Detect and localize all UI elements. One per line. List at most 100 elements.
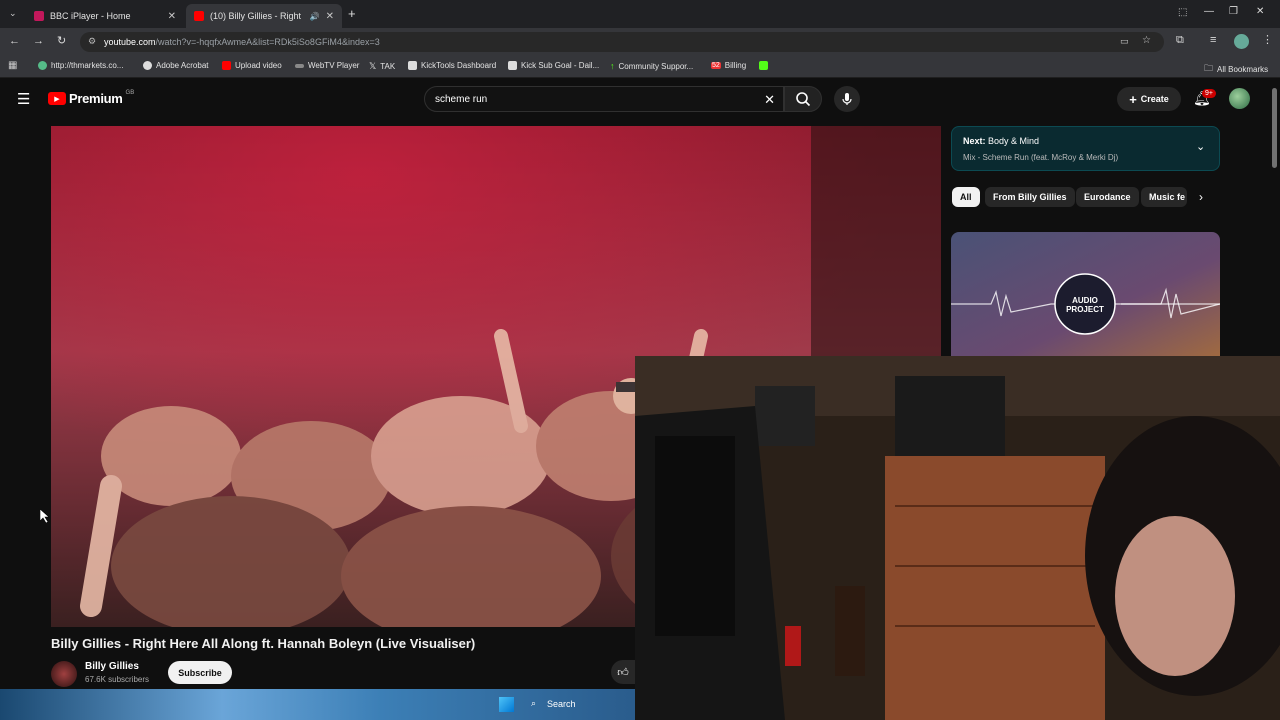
new-tab-button[interactable]: + xyxy=(348,6,356,21)
region-code: GB xyxy=(125,89,135,96)
globe-icon xyxy=(38,61,47,70)
tab-strip: ⌄ BBC iPlayer - Home ✕ (10) Billy Gillie… xyxy=(0,0,1280,28)
next-label: Next: xyxy=(963,136,986,146)
bookmark-upload-video[interactable]: Upload video xyxy=(222,61,282,70)
close-window-button[interactable]: ✕ xyxy=(1256,6,1264,17)
forward-icon[interactable]: → xyxy=(33,35,44,47)
tab-bbc-iplayer[interactable]: BBC iPlayer - Home ✕ xyxy=(26,4,184,28)
taskbar-search-icon[interactable]: ⌕ xyxy=(531,698,536,709)
logo-text: Premium xyxy=(69,91,123,106)
youtube-play-icon: ▶ xyxy=(48,92,66,105)
up-next-card[interactable]: Next: Body & Mind Mix - Scheme Run (feat… xyxy=(951,126,1220,171)
bookmark-thmarkets[interactable]: http://thmarkets.co... xyxy=(38,61,123,70)
acrobat-icon xyxy=(143,61,152,70)
bookmark-tak[interactable]: 𝕏 TAK xyxy=(369,61,395,72)
bookmark-label: http://thmarkets.co... xyxy=(51,61,124,70)
voice-search-button[interactable] xyxy=(834,86,860,112)
chip-eurodance[interactable]: Eurodance xyxy=(1076,187,1139,207)
streamer-webcam-feed xyxy=(635,356,1280,720)
kick-logo-icon xyxy=(759,61,768,70)
thumbnail-text: AUDIO PROJECT xyxy=(1066,296,1104,314)
search-button[interactable] xyxy=(784,86,822,112)
chevron-down-icon[interactable]: ⌄ xyxy=(1196,140,1205,153)
youtube-favicon-icon xyxy=(194,11,204,21)
grid-icon xyxy=(508,61,517,70)
reload-icon[interactable]: ↻ xyxy=(57,34,66,47)
bookmark-billing[interactable]: 52 Billing xyxy=(711,61,746,70)
bookmark-label: Adobe Acrobat xyxy=(156,61,209,70)
grid-icon xyxy=(408,61,417,70)
chip-from-billy-gillies[interactable]: From Billy Gillies xyxy=(985,187,1075,207)
extensions-icon[interactable]: ⧉ xyxy=(1176,34,1184,47)
webtv-icon xyxy=(295,63,304,68)
search-query: scheme run xyxy=(435,93,488,105)
create-label: Create xyxy=(1140,94,1169,104)
webcam-overlay xyxy=(635,356,1280,720)
next-heading: Next: Body & Mind xyxy=(963,136,1039,146)
bookmark-label: Kick Sub Goal - Dail... xyxy=(521,61,600,70)
bookmark-kick[interactable] xyxy=(759,61,768,70)
profile-avatar[interactable] xyxy=(1234,34,1249,49)
windows-start-icon[interactable] xyxy=(499,697,514,712)
bookmark-label: WebTV Player xyxy=(308,61,360,70)
url-path: /watch?v=-hqqfxAwmeA&list=RDk5iSo8GFiM4&… xyxy=(155,37,380,47)
bookmark-label: Community Suppor... xyxy=(618,61,694,71)
plus-icon: + xyxy=(1129,91,1137,107)
mouse-cursor-icon xyxy=(40,509,50,523)
menu-icon[interactable]: ⋮ xyxy=(1262,33,1273,46)
apps-grid-icon[interactable]: ▦ xyxy=(8,60,17,71)
audio-project-artwork xyxy=(951,232,1220,358)
bookmark-adobe-acrobat[interactable]: Adobe Acrobat xyxy=(143,61,208,70)
next-subtitle: Mix - Scheme Run (feat. McRoy & Merki Dj… xyxy=(963,153,1119,162)
bookmarks-bar: ▦ http://thmarkets.co... Adobe Acrobat U… xyxy=(0,56,1280,78)
windows-taskbar: ⌕ Search xyxy=(0,689,635,720)
bookmark-label: Upload video xyxy=(235,61,282,70)
next-title: Body & Mind xyxy=(988,136,1040,146)
create-button[interactable]: + Create xyxy=(1117,87,1181,111)
like-button[interactable]: 👍︎ xyxy=(611,660,635,684)
search-input[interactable]: scheme run ✕ xyxy=(424,86,784,112)
bbc-iplayer-favicon-icon xyxy=(34,11,44,21)
cast-icon[interactable]: ▭ xyxy=(1120,36,1129,47)
youtube-logo[interactable]: ▶ Premium GB xyxy=(48,89,135,106)
all-bookmarks[interactable]: 🗀 All Bookmarks xyxy=(1204,61,1268,77)
bookmark-kick-sub-goal[interactable]: Kick Sub Goal - Dail... xyxy=(508,61,599,70)
channel-name[interactable]: Billy Gillies xyxy=(85,661,139,672)
restore-button[interactable]: ❐ xyxy=(1229,6,1238,17)
chevron-right-icon[interactable]: › xyxy=(1199,190,1203,204)
address-bar[interactable]: ⚙ youtube.com/watch?v=-hqqfxAwmeA&list=R… xyxy=(80,32,1164,52)
hamburger-menu-icon[interactable]: ☰ xyxy=(17,90,30,108)
back-icon[interactable]: ← xyxy=(9,35,20,47)
x-logo-icon: 𝕏 xyxy=(369,61,377,71)
chip-all[interactable]: All xyxy=(952,187,980,207)
tab-label: BBC iPlayer - Home xyxy=(50,11,131,21)
bookmark-label: KickTools Dashboard xyxy=(421,61,497,70)
subscribe-button[interactable]: Subscribe xyxy=(168,661,232,684)
page-scrollbar[interactable] xyxy=(1272,88,1277,168)
account-avatar[interactable] xyxy=(1229,88,1250,109)
minimize-button[interactable]: — xyxy=(1204,6,1214,17)
bookmark-kicktools[interactable]: KickTools Dashboard xyxy=(408,61,496,70)
folder-icon: 🗀 xyxy=(1204,63,1214,73)
close-tab-icon[interactable]: ✕ xyxy=(326,11,334,22)
chip-music-fe[interactable]: Music fe xyxy=(1141,187,1187,207)
search-icon xyxy=(796,92,811,107)
bookmark-label: All Bookmarks xyxy=(1217,64,1269,74)
speaker-icon[interactable]: 🔊 xyxy=(310,12,320,21)
channel-avatar[interactable] xyxy=(51,661,77,687)
tab-search-icon[interactable]: ⌄ xyxy=(9,8,17,19)
playlist-thumbnail[interactable]: AUDIO PROJECT xyxy=(951,232,1220,358)
profile-download-icon[interactable]: ⬚ xyxy=(1178,7,1187,18)
close-tab-icon[interactable]: ✕ xyxy=(168,11,176,22)
microphone-icon xyxy=(842,93,852,105)
bookmark-star-icon[interactable]: ☆ xyxy=(1142,35,1151,46)
tab-youtube[interactable]: (10) Billy Gillies - Right Here 🔊 ✕ xyxy=(186,4,342,28)
bookmark-community-support[interactable]: ↑ Community Suppor... xyxy=(610,61,693,71)
bookmark-webtv-player[interactable]: WebTV Player xyxy=(295,61,359,70)
taskbar-search[interactable]: Search xyxy=(547,699,576,709)
clear-search-icon[interactable]: ✕ xyxy=(764,92,775,108)
media-icon[interactable]: ≡ xyxy=(1210,34,1216,46)
site-info-icon[interactable]: ⚙ xyxy=(88,36,96,47)
video-title: Billy Gillies - Right Here All Along ft.… xyxy=(51,636,476,651)
youtube-icon xyxy=(222,61,231,70)
